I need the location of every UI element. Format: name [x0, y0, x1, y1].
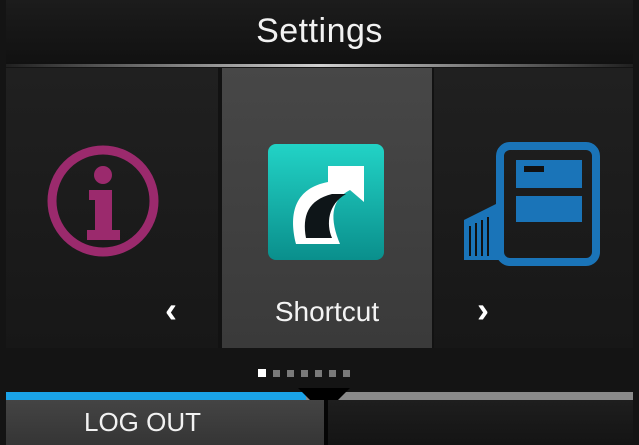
next-arrow-icon[interactable]: ›	[468, 289, 498, 330]
page-dot	[258, 369, 266, 377]
page-indicator	[258, 369, 350, 377]
carousel-item-printer[interactable]	[434, 68, 633, 348]
page-dot	[315, 369, 322, 377]
page-dot	[329, 369, 336, 377]
header-divider	[6, 64, 633, 67]
printer-icon	[464, 142, 600, 266]
header: Settings	[6, 0, 633, 64]
carousel-item-shortcut[interactable]: Shortcut	[222, 68, 432, 348]
page-title: Settings	[256, 11, 383, 50]
settings-screen: Settings Shortcut ‹ › LOG OUT	[0, 0, 639, 445]
carousel-item-label: Shortcut	[274, 296, 380, 327]
previous-arrow-icon[interactable]: ‹	[156, 289, 186, 330]
page-dot	[287, 369, 294, 377]
page-dot	[343, 369, 350, 377]
footer: LOG OUT	[6, 400, 633, 445]
settings-carousel: Shortcut ‹ ›	[6, 68, 633, 348]
footer-accent-bar	[6, 392, 306, 400]
footer-right-softkey[interactable]	[328, 400, 633, 445]
page-dot	[273, 369, 280, 377]
info-icon	[47, 145, 159, 257]
logout-label: LOG OUT	[84, 407, 202, 437]
carousel-item-info[interactable]	[6, 68, 218, 348]
shortcut-icon	[268, 144, 384, 260]
logout-button[interactable]: LOG OUT	[6, 400, 324, 445]
page-dot	[301, 369, 308, 377]
